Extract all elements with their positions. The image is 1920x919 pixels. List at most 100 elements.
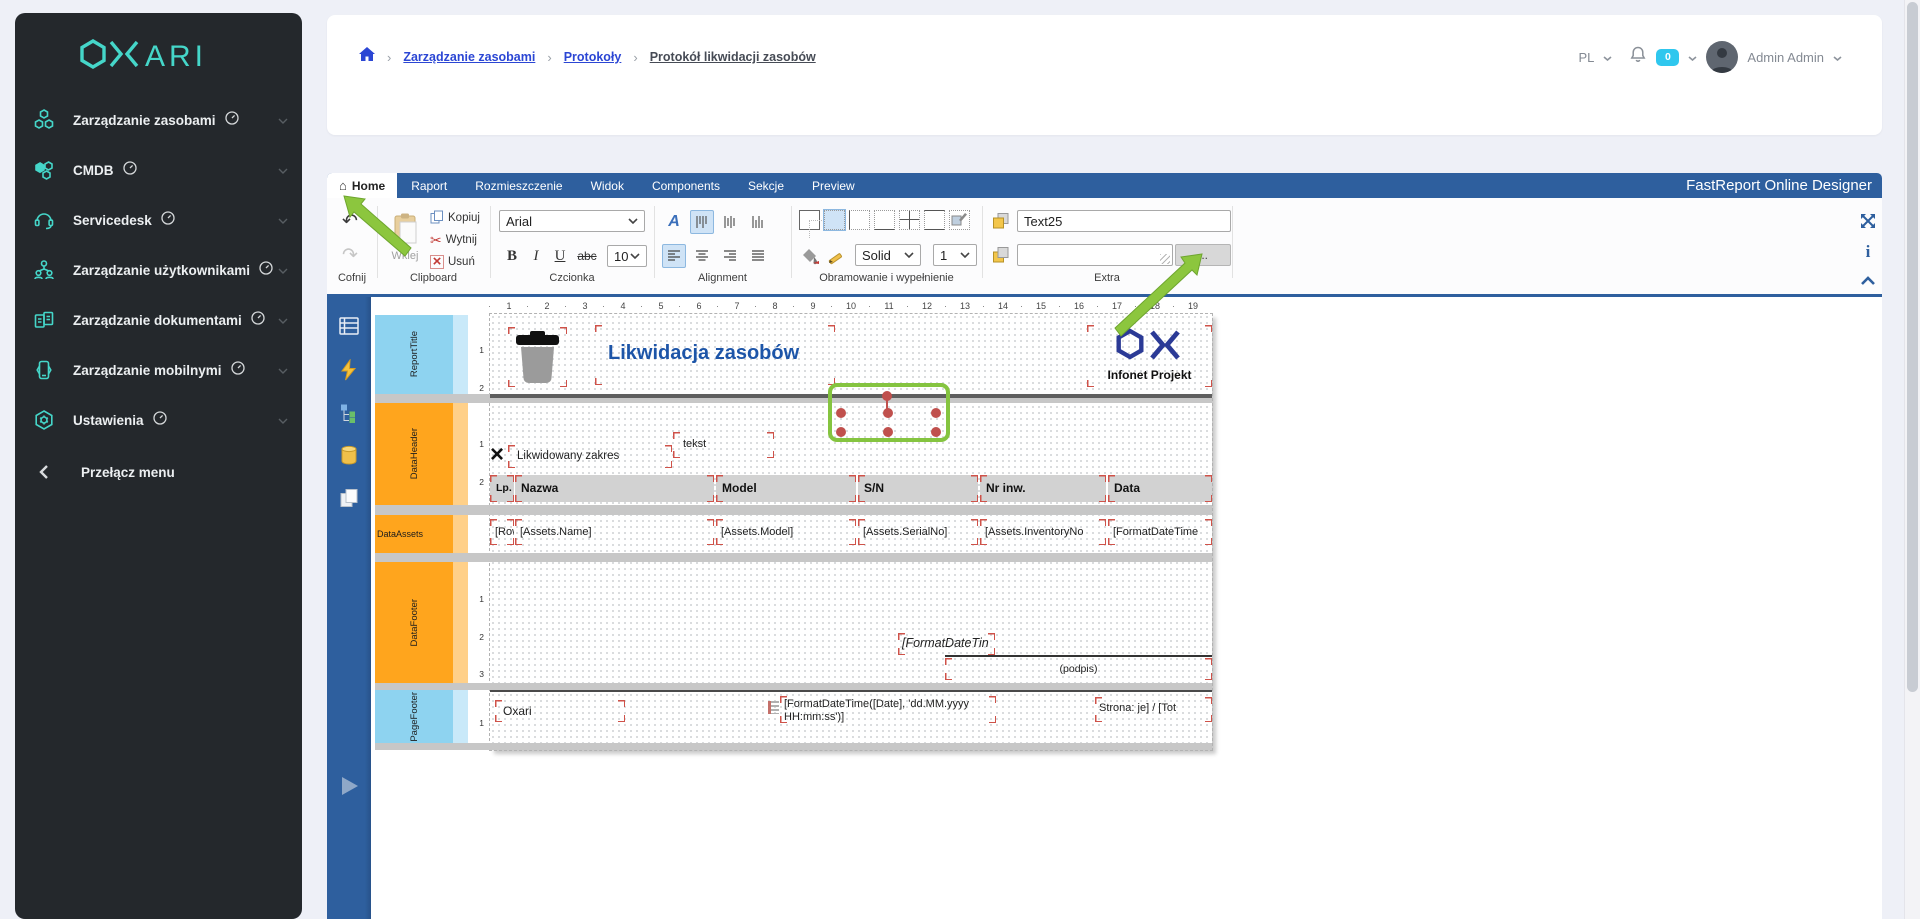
signature-caption-object[interactable]: (podpis) bbox=[945, 658, 1212, 680]
sidebar-item-zarzadzanie-mobilnymi[interactable]: Zarządzanie mobilnymi bbox=[15, 345, 302, 395]
tab-sekcje[interactable]: Sekcje bbox=[734, 173, 798, 198]
paste-button[interactable]: Wklej bbox=[385, 206, 425, 268]
font-color-button[interactable]: A bbox=[662, 210, 686, 234]
band-splitter[interactable] bbox=[375, 743, 1212, 750]
valign-center-button[interactable] bbox=[718, 210, 742, 234]
sidebar-item-ustawienia[interactable]: Ustawienia bbox=[15, 395, 302, 445]
copy-button[interactable]: Kopiuj bbox=[427, 208, 483, 228]
field-row-number[interactable]: [Row bbox=[490, 519, 514, 545]
band-splitter[interactable] bbox=[375, 683, 1212, 690]
border-bottom-button[interactable] bbox=[874, 210, 895, 230]
home-icon[interactable] bbox=[359, 47, 375, 67]
tab-widok[interactable]: Widok bbox=[577, 173, 638, 198]
font-size-select[interactable]: 10 bbox=[607, 245, 647, 267]
field-assets-serialno[interactable]: [Assets.SerialNo] bbox=[858, 519, 978, 545]
align-right-button[interactable] bbox=[718, 244, 742, 268]
line-color-button[interactable] bbox=[825, 245, 849, 267]
tab-components[interactable]: Components bbox=[638, 173, 734, 198]
fill-color-button[interactable] bbox=[799, 245, 823, 267]
breadcrumb-link-zasoby[interactable]: Zarządzanie zasobami bbox=[403, 50, 535, 64]
selection-handle[interactable] bbox=[883, 408, 893, 418]
tab-home[interactable]: ⌂ Home bbox=[327, 173, 397, 198]
object-name-input[interactable] bbox=[1017, 210, 1231, 232]
data-source-icon[interactable] bbox=[338, 444, 360, 466]
bell-icon[interactable] bbox=[1629, 45, 1647, 69]
selection-handle[interactable] bbox=[836, 408, 846, 418]
field-formatdatetime[interactable]: [FormatDateTime bbox=[1108, 519, 1212, 545]
properties-icon[interactable] bbox=[338, 315, 360, 337]
sidebar-item-servicedesk[interactable]: Servicedesk bbox=[15, 195, 302, 245]
table-header-lp[interactable]: Lp. bbox=[490, 475, 514, 502]
bring-to-front-button[interactable] bbox=[989, 209, 1013, 233]
sidebar-item-zarzadzanie-dokumentami[interactable]: Zarządzanie dokumentami bbox=[15, 295, 302, 345]
selection-handle[interactable] bbox=[836, 427, 846, 437]
footer-datetime-object[interactable]: [FormatDateTime([Date], 'dd.MM.yyyy HH:m… bbox=[780, 696, 996, 723]
align-left-button[interactable] bbox=[662, 244, 686, 268]
font-family-select[interactable]: Arial bbox=[499, 210, 645, 232]
valign-top-button[interactable] bbox=[690, 210, 714, 234]
selection-handle[interactable] bbox=[931, 408, 941, 418]
line-style-select[interactable]: Solid bbox=[855, 244, 921, 266]
tab-preview[interactable]: Preview bbox=[798, 173, 869, 198]
table-header-model[interactable]: Model bbox=[716, 475, 856, 502]
sidebar-item-zarzadzanie-zasobami[interactable]: Zarządzanie zasobami bbox=[15, 95, 302, 145]
border-all-button[interactable] bbox=[799, 210, 820, 230]
italic-button[interactable]: I bbox=[525, 244, 547, 268]
language-selector[interactable]: PL bbox=[1579, 50, 1595, 65]
page-scrollbar[interactable] bbox=[1904, 0, 1920, 919]
report-tree-icon[interactable] bbox=[338, 402, 360, 424]
strikethrough-button[interactable]: abc bbox=[573, 244, 601, 268]
footer-page-number-object[interactable]: Strona: je] / [Tot bbox=[1095, 697, 1212, 722]
collapse-toolbar-button[interactable] bbox=[1855, 270, 1881, 290]
close-x-object[interactable]: × bbox=[490, 445, 510, 467]
chevron-down-icon[interactable] bbox=[1688, 48, 1697, 66]
band-data-footer[interactable]: DataFooter bbox=[375, 562, 453, 683]
report-title-object[interactable]: Likwidacja zasobów bbox=[595, 325, 835, 385]
footer-date-object[interactable]: [FormatDateTin bbox=[898, 633, 995, 655]
sidebar-item-zarzadzanie-uzytkownikami[interactable]: Zarządzanie użytkownikami bbox=[15, 245, 302, 295]
bold-button[interactable]: B bbox=[501, 244, 523, 268]
band-report-title[interactable]: ReportTitle bbox=[375, 315, 453, 394]
field-assets-model[interactable]: [Assets.Model] bbox=[716, 519, 856, 545]
tab-rozmieszczenie[interactable]: Rozmieszczenie bbox=[461, 173, 576, 198]
border-inner-button[interactable] bbox=[899, 210, 920, 230]
expression-more-button[interactable]: ... bbox=[1175, 244, 1231, 266]
footer-brand-object[interactable]: Oxari bbox=[495, 700, 625, 722]
band-data-header[interactable]: DataHeader bbox=[375, 403, 453, 505]
company-logo-object[interactable]: Infonet Projekt bbox=[1087, 325, 1212, 387]
fullscreen-button[interactable] bbox=[1855, 208, 1881, 234]
send-to-back-button[interactable] bbox=[989, 243, 1013, 267]
events-lightning-icon[interactable] bbox=[338, 359, 360, 381]
undo-button[interactable]: ↶ bbox=[335, 208, 365, 234]
border-left-button[interactable] bbox=[849, 210, 870, 230]
table-header-data[interactable]: Data bbox=[1108, 475, 1212, 502]
pages-copy-icon[interactable] bbox=[338, 487, 360, 509]
user-name[interactable]: Admin Admin bbox=[1747, 50, 1824, 65]
scrollbar-thumb[interactable] bbox=[1907, 2, 1918, 692]
trash-image-object[interactable] bbox=[508, 327, 567, 387]
field-assets-name[interactable]: [Assets.Name] bbox=[515, 519, 714, 545]
table-header-nazwa[interactable]: Nazwa bbox=[515, 475, 714, 502]
redo-button[interactable]: ↷ bbox=[335, 242, 365, 268]
info-button[interactable]: i bbox=[1857, 240, 1879, 264]
scope-label-object[interactable]: Likwidowany zakres bbox=[508, 445, 672, 468]
delete-button[interactable]: × Usuń bbox=[427, 252, 478, 272]
expression-input[interactable] bbox=[1017, 244, 1173, 266]
selection-handle[interactable] bbox=[931, 427, 941, 437]
border-none-button[interactable] bbox=[824, 210, 845, 230]
chevron-down-icon[interactable] bbox=[1603, 48, 1612, 66]
selection-handle[interactable] bbox=[883, 427, 893, 437]
table-header-sn[interactable]: S/N bbox=[858, 475, 978, 502]
valign-bottom-button[interactable] bbox=[746, 210, 770, 234]
align-justify-button[interactable] bbox=[746, 244, 770, 268]
band-data-assets[interactable]: DataAssets bbox=[375, 515, 453, 553]
tab-raport[interactable]: Raport bbox=[397, 173, 461, 198]
run-preview-icon[interactable] bbox=[338, 775, 360, 797]
band-splitter[interactable] bbox=[375, 553, 1212, 562]
band-splitter[interactable] bbox=[375, 505, 1212, 515]
avatar[interactable] bbox=[1706, 41, 1738, 73]
line-width-select[interactable]: 1 bbox=[933, 244, 977, 266]
breadcrumb-link-protokoly[interactable]: Protokoły bbox=[564, 50, 622, 64]
underline-button[interactable]: U bbox=[549, 244, 571, 268]
cut-button[interactable]: ✂ Wytnij bbox=[427, 230, 480, 250]
